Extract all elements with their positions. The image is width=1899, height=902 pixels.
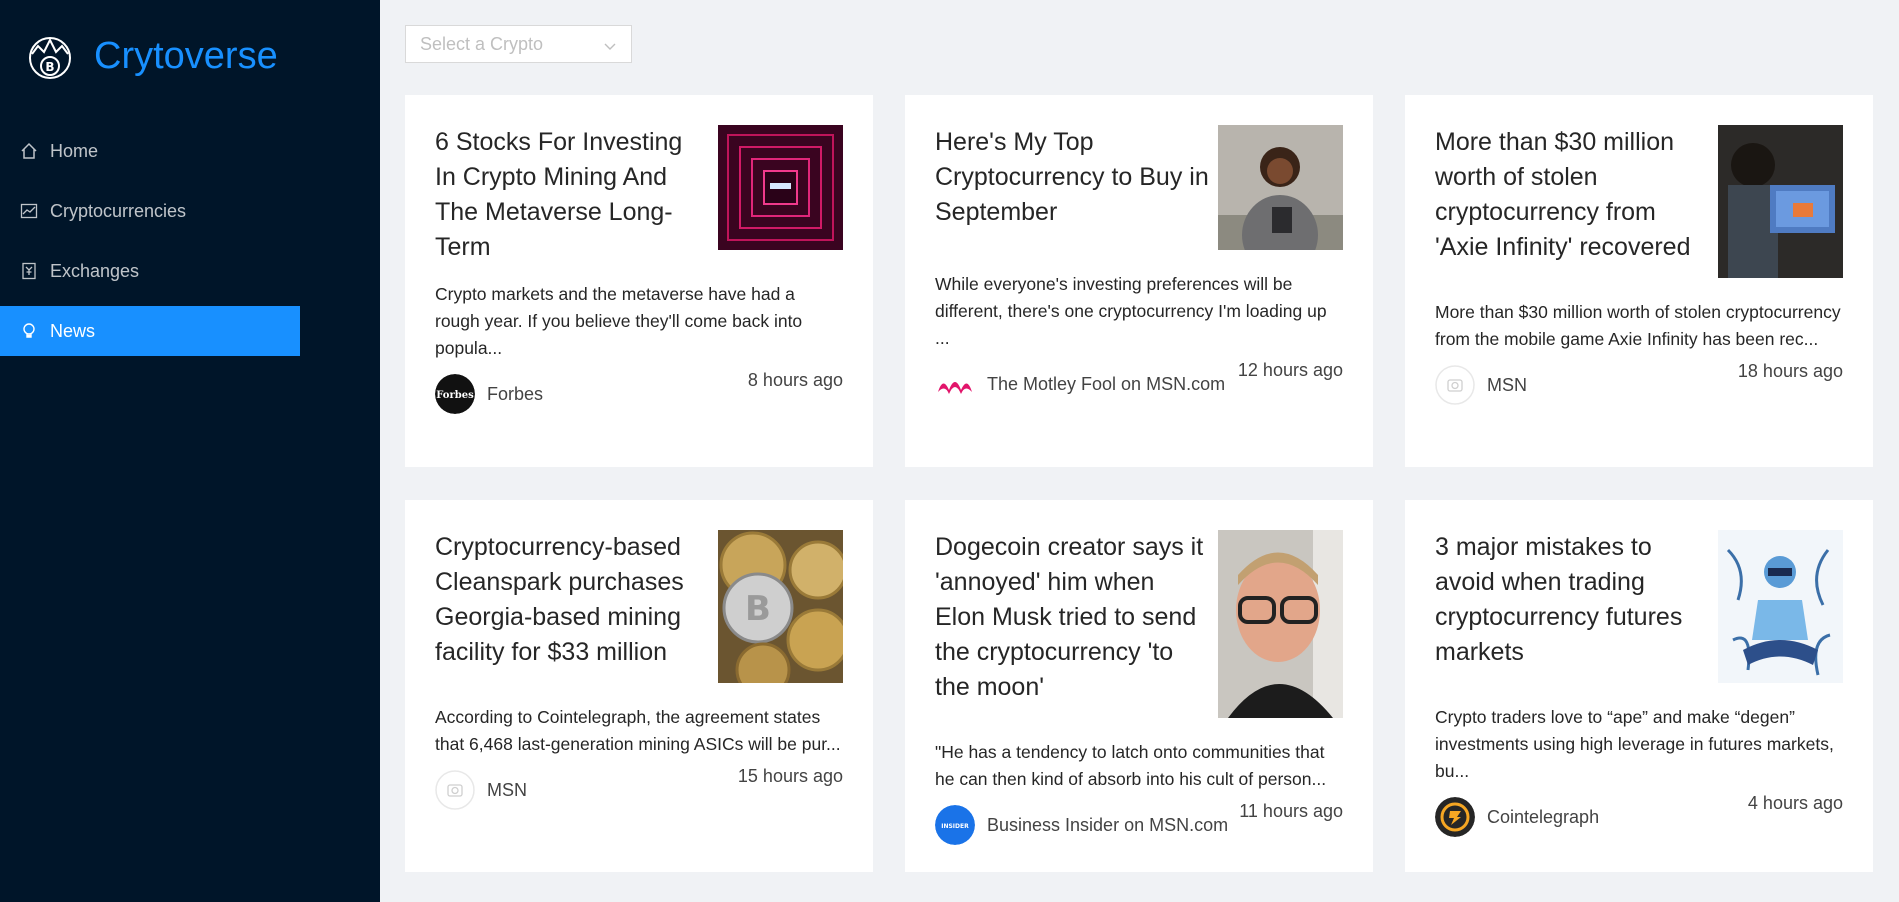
- bulb-icon: [20, 322, 38, 340]
- news-title[interactable]: Dogecoin creator says it 'annoyed' him w…: [935, 530, 1210, 705]
- news-card[interactable]: Here's My Top Cryptocurrency to Buy in S…: [905, 95, 1373, 467]
- sidebar-item-cryptocurrencies[interactable]: Cryptocurrencies: [0, 186, 300, 236]
- fund-icon: [20, 202, 38, 220]
- svg-text:B: B: [45, 60, 54, 74]
- news-provider: MSN: [487, 779, 527, 800]
- news-provider: The Motley Fool on MSN.com: [987, 373, 1226, 394]
- home-icon: [20, 142, 38, 160]
- news-time: 18 hours ago: [1737, 361, 1843, 381]
- news-title[interactable]: Cryptocurrency-based Cleanspark purchase…: [435, 530, 710, 670]
- news-provider: Forbes: [487, 383, 544, 404]
- sidebar-item-label: Home: [50, 140, 99, 161]
- news-provider: Business Insider on MSN.com: [987, 814, 1229, 835]
- cointelegraph-logo-icon: [1435, 797, 1475, 837]
- news-time: 12 hours ago: [1237, 360, 1343, 380]
- sidebar-item-home[interactable]: Home: [0, 126, 300, 176]
- news-card[interactable]: Dogecoin creator says it 'annoyed' him w…: [905, 500, 1373, 872]
- news-provider: Cointelegraph: [1487, 806, 1600, 827]
- insider-logo-icon: INSIDER: [935, 805, 975, 845]
- main-content: Select a Crypto 6 Stocks For Investing I…: [380, 0, 1899, 902]
- money-collect-icon: [20, 262, 38, 280]
- chevron-down-icon: [603, 37, 617, 51]
- svg-text:Forbes: Forbes: [436, 390, 474, 401]
- news-thumbnail: [1218, 125, 1343, 275]
- camera-placeholder-icon: [1435, 365, 1475, 405]
- news-thumbnail: [1718, 530, 1843, 688]
- svg-text:INSIDER: INSIDER: [941, 823, 969, 830]
- news-thumbnail: [1218, 530, 1343, 723]
- news-thumbnail: B: [718, 530, 850, 698]
- news-card[interactable]: 6 Stocks For Investing In Crypto Mining …: [405, 95, 873, 467]
- select-placeholder: Select a Crypto: [420, 33, 544, 54]
- sidebar-item-label: News: [50, 320, 96, 341]
- svg-text:B: B: [745, 589, 771, 629]
- news-description: Crypto markets and the metaverse have ha…: [435, 284, 803, 358]
- news-time: 8 hours ago: [747, 370, 843, 390]
- news-card[interactable]: 3 major mistakes to avoid when trading c…: [1405, 500, 1873, 872]
- news-time: 11 hours ago: [1239, 801, 1343, 821]
- news-description: "He has a tendency to latch onto communi…: [935, 742, 1327, 789]
- news-description: While everyone's investing preferences w…: [935, 274, 1327, 348]
- forbes-logo-icon: Forbes: [435, 374, 475, 414]
- news-title[interactable]: 6 Stocks For Investing In Crypto Mining …: [435, 125, 710, 265]
- sidebar-item-label: Cryptocurrencies: [50, 200, 187, 221]
- sidebar-item-news[interactable]: News: [0, 306, 300, 356]
- news-title[interactable]: More than $30 million worth of stolen cr…: [1435, 125, 1710, 265]
- sidebar-item-label: Exchanges: [50, 260, 140, 281]
- news-title[interactable]: Here's My Top Cryptocurrency to Buy in S…: [935, 125, 1210, 230]
- news-description: According to Cointelegraph, the agreemen…: [435, 707, 841, 754]
- news-card[interactable]: Cryptocurrency-based Cleanspark purchase…: [405, 500, 873, 872]
- crypto-select[interactable]: Select a Crypto: [405, 25, 632, 63]
- sidebar: B Crytoverse Home Cryptocurrencies Excha…: [0, 0, 380, 902]
- news-thumbnail: [1718, 125, 1843, 283]
- motley-fool-logo-icon: [935, 364, 975, 404]
- app-name: Crytoverse: [94, 34, 278, 77]
- news-card[interactable]: More than $30 million worth of stolen cr…: [1405, 95, 1873, 467]
- camera-placeholder-icon: [435, 770, 475, 810]
- news-description: More than $30 million worth of stolen cr…: [1435, 302, 1841, 349]
- news-time: 4 hours ago: [1747, 793, 1843, 813]
- news-time: 15 hours ago: [737, 766, 843, 786]
- brand[interactable]: B Crytoverse: [24, 30, 278, 82]
- news-thumbnail: [718, 125, 843, 255]
- sidebar-item-exchanges[interactable]: Exchanges: [0, 246, 300, 296]
- news-title[interactable]: 3 major mistakes to avoid when trading c…: [1435, 530, 1710, 670]
- crypto-logo-icon: B: [24, 30, 76, 82]
- nav-menu: Home Cryptocurrencies Exchanges News: [0, 126, 300, 366]
- news-provider: MSN: [1487, 374, 1527, 395]
- news-description: Crypto traders love to “ape” and make “d…: [1435, 707, 1834, 781]
